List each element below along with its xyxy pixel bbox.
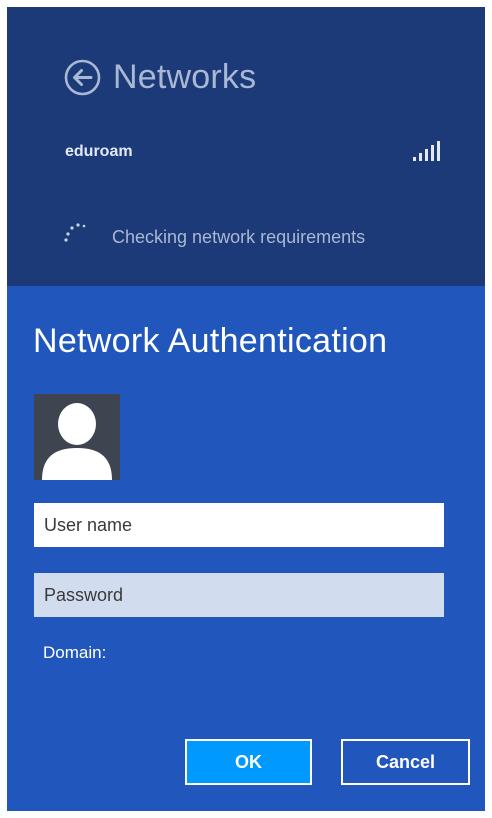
domain-label: Domain:: [43, 643, 107, 662]
connection-status-text: Checking network requirements: [112, 227, 366, 247]
auth-title: Network Authentication: [33, 322, 388, 360]
auth-panel: Network Authentication Domain: OK Cancel: [7, 286, 485, 811]
wifi-signal-icon: [413, 141, 440, 161]
networks-header: Networks: [64, 55, 256, 99]
username-input[interactable]: [34, 503, 444, 547]
networks-panel: Networks eduroam Checking network requir…: [7, 7, 485, 286]
user-avatar: [34, 394, 120, 480]
ok-button[interactable]: OK: [185, 739, 312, 785]
network-name-eduroam[interactable]: eduroam: [65, 143, 133, 161]
network-flyout: Networks eduroam Checking network requir…: [7, 7, 485, 811]
password-input[interactable]: [34, 573, 444, 617]
user-avatar-icon: [34, 394, 120, 480]
networks-title: Networks: [113, 57, 257, 96]
back-arrow-icon[interactable]: [64, 59, 101, 96]
progress-dots-icon: [64, 223, 86, 242]
cancel-button[interactable]: Cancel: [341, 739, 470, 785]
